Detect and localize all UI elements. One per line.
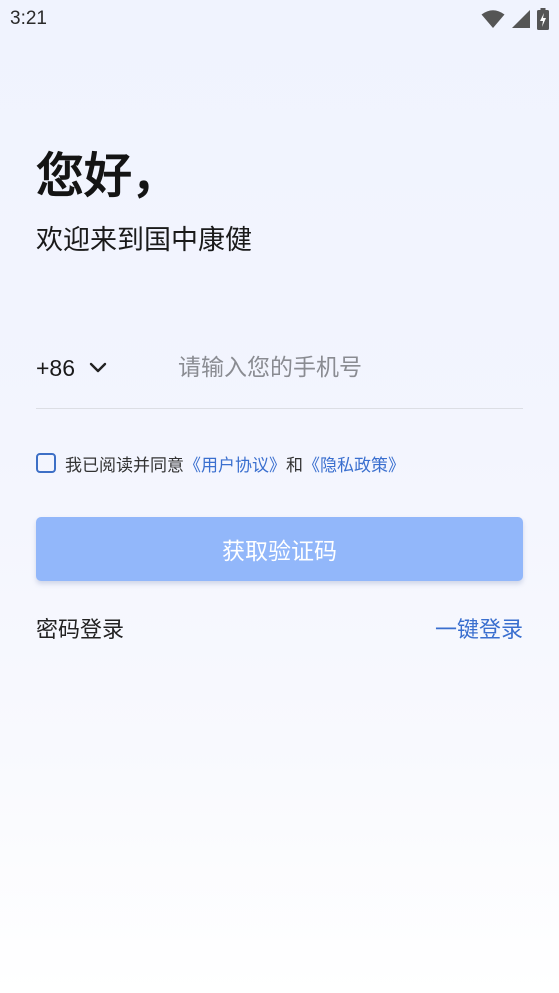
user-agreement-link[interactable]: 《用户协议》 bbox=[184, 451, 286, 476]
agreement-row: 我已阅读并同意 《用户协议》 和 《隐私政策》 bbox=[36, 450, 405, 476]
password-login-link[interactable]: 密码登录 bbox=[36, 612, 124, 644]
status-bar: 3:21 bbox=[0, 0, 559, 38]
status-time: 3:21 bbox=[10, 8, 47, 29]
privacy-policy-link[interactable]: 《隐私政策》 bbox=[303, 451, 405, 476]
status-icons bbox=[481, 8, 549, 30]
get-code-button[interactable]: 获取验证码 bbox=[36, 517, 523, 581]
agreement-checkbox[interactable] bbox=[36, 453, 56, 473]
battery-charging-icon bbox=[537, 8, 549, 30]
agreement-conjunction: 和 bbox=[286, 455, 303, 476]
country-code-value: +86 bbox=[36, 354, 76, 381]
agreement-prefix: 我已阅读并同意 bbox=[65, 455, 184, 476]
chevron-down-icon bbox=[89, 359, 107, 378]
country-code-selector[interactable]: +86 bbox=[36, 352, 107, 384]
greeting-title: 您好， bbox=[36, 148, 181, 204]
phone-number-input[interactable] bbox=[178, 348, 508, 388]
welcome-subtitle: 欢迎来到国中康健 bbox=[36, 225, 252, 256]
onekey-login-link[interactable]: 一键登录 bbox=[435, 612, 523, 644]
phone-input-row: +86 bbox=[36, 340, 523, 409]
signal-icon bbox=[511, 9, 531, 29]
wifi-icon bbox=[481, 9, 505, 29]
